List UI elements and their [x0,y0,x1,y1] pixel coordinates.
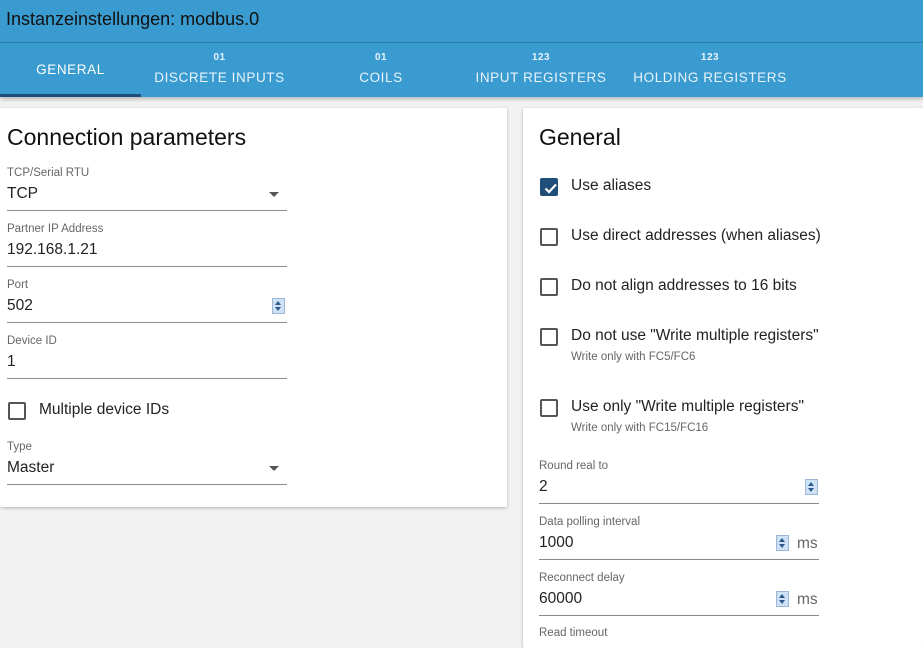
binary-icon: 01 [213,52,226,63]
spinner-icon[interactable] [805,479,818,495]
multiple-device-ids-label: Multiple device IDs [39,401,170,418]
only-write-multiple-help: Write only with FC15/FC16 [571,422,709,434]
numeric-icon: 123 [700,52,720,63]
tab-general-label: GENERAL [36,62,105,77]
field-underline [7,484,287,485]
no-write-multiple-help: Write only with FC5/FC6 [571,351,696,363]
tab-coils-label: COILS [359,70,403,85]
field-underline [7,322,287,323]
type-label: Type [7,441,32,453]
tcp-serial-label: TCP/Serial RTU [7,167,90,179]
tab-coils[interactable]: 01 COILS [318,43,444,97]
use-aliases-label: Use aliases [571,177,652,194]
field-underline [7,378,287,379]
dropdown-arrow-icon [269,192,279,197]
device-id-label: Device ID [7,335,57,347]
tab-holding-registers-label: HOLDING REGISTERS [633,70,787,85]
checkbox-checked-icon[interactable] [540,178,558,196]
use-direct-addresses-label: Use direct addresses (when aliases) [571,227,821,244]
spinner-icon[interactable] [776,535,789,551]
type-value: Master [7,459,55,476]
field-underline [539,559,819,560]
read-timeout-field[interactable]: Read timeout [539,627,819,637]
reconnect-delay-unit: ms [797,591,818,608]
reconnect-delay-value: 60000 [539,590,583,607]
field-underline [7,210,287,211]
window-title: Instanzeinstellungen: modbus.0 [6,9,260,29]
field-underline [7,266,287,267]
device-id-value: 1 [7,353,16,370]
port-label: Port [7,279,29,291]
general-card: General Use aliases Use direct addresses… [523,108,923,648]
tcp-serial-value: TCP [7,185,38,202]
reconnect-delay-label: Reconnect delay [539,572,625,584]
title-bar: Instanzeinstellungen: modbus.0 [0,0,923,43]
connection-heading: Connection parameters [7,124,247,150]
only-write-multiple-label: Use only "Write multiple registers" [571,398,804,415]
partner-ip-label: Partner IP Address [7,223,104,235]
checkbox-unchecked-icon[interactable] [8,402,26,420]
partner-ip-value: 192.168.1.21 [7,241,98,258]
tab-general[interactable]: GENERAL [0,43,141,97]
poll-interval-value: 1000 [539,534,574,551]
no-write-multiple-label: Do not use "Write multiple registers" [571,327,819,344]
checkbox-unchecked-icon[interactable] [540,399,558,417]
binary-icon: 01 [374,52,388,63]
checkbox-unchecked-icon[interactable] [540,328,558,346]
checkbox-unchecked-icon[interactable] [540,228,558,246]
round-real-label: Round real to [539,460,609,472]
numeric-icon: 123 [531,52,551,63]
read-timeout-label: Read timeout [539,627,608,637]
active-tab-indicator [0,94,141,97]
tab-bar: GENERAL 01 DISCRETE INPUTS 01 COILS 123 … [0,43,923,97]
spinner-icon[interactable] [776,591,789,607]
dropdown-arrow-icon [269,466,279,471]
field-underline [539,615,819,616]
poll-interval-unit: ms [797,535,818,552]
tab-discrete-inputs-label: DISCRETE INPUTS [154,70,285,85]
port-value: 502 [7,297,33,314]
round-real-value: 2 [539,478,548,495]
connection-parameters-card: Connection parameters TCP/Serial RTU TCP… [0,108,507,507]
general-heading: General [539,124,621,150]
tab-input-registers-label: INPUT REGISTERS [475,70,607,85]
tab-input-registers[interactable]: 123 INPUT REGISTERS [463,43,619,97]
field-underline [539,503,819,504]
tab-holding-registers[interactable]: 123 HOLDING REGISTERS [624,43,796,97]
no-align-label: Do not align addresses to 16 bits [571,277,797,294]
poll-interval-label: Data polling interval [539,516,641,528]
spinner-icon[interactable] [272,298,285,314]
checkbox-unchecked-icon[interactable] [540,278,558,296]
tab-discrete-inputs[interactable]: 01 DISCRETE INPUTS [141,43,298,97]
